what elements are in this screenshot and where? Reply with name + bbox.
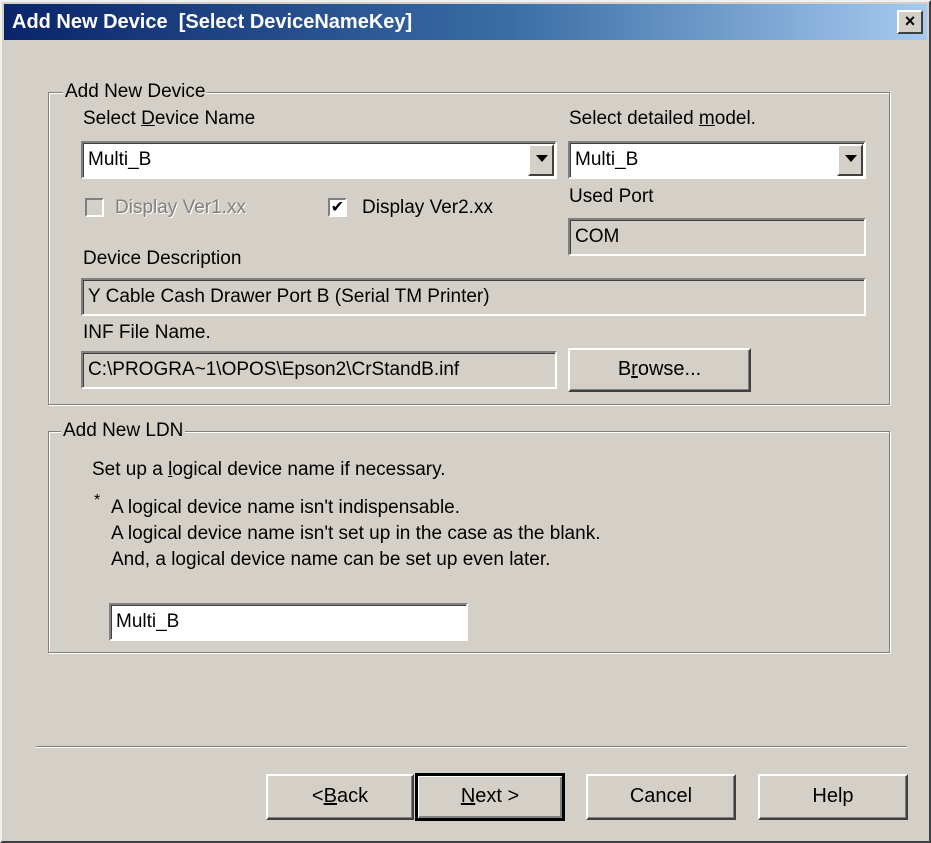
add-new-ldn-legend: Add New LDN: [61, 420, 186, 442]
title-bar[interactable]: Add New Device [Select DeviceNameKey] ×: [4, 4, 927, 40]
window-title: Add New Device [Select DeviceNameKey]: [12, 11, 413, 33]
detailed-model-dropdown-button[interactable]: [837, 144, 863, 176]
used-port-label: Used Port: [569, 186, 654, 207]
footer-separator: [36, 746, 907, 748]
cancel-button-label: Cancel: [629, 785, 693, 807]
next-button-label: Next >: [460, 785, 520, 807]
display-ver1-checkbox[interactable]: [85, 198, 104, 217]
device-description-field: Y Cable Cash Drawer Port B (Serial TM Pr…: [81, 278, 866, 316]
ldn-note-line-2: A logical device name isn't set up in th…: [111, 523, 601, 544]
add-new-device-legend: Add New Device: [63, 81, 208, 103]
detailed-model-label: Select detailed model.: [569, 108, 756, 129]
ldn-note-line-3: And, a logical device name can be set up…: [111, 549, 551, 570]
device-description-value: Y Cable Cash Drawer Port B (Serial TM Pr…: [88, 286, 490, 307]
help-button[interactable]: Help: [758, 774, 908, 820]
close-icon: ×: [904, 11, 916, 31]
device-name-select[interactable]: Multi_B: [81, 141, 557, 179]
chevron-down-icon: [536, 155, 548, 162]
ldn-note-line-1: A logical device name isn't indispensabl…: [111, 497, 461, 518]
device-name-value: Multi_B: [88, 149, 152, 170]
dialog-window: Add New Device [Select DeviceNameKey] × …: [0, 0, 931, 843]
display-ver2-label: Display Ver2.xx: [362, 197, 493, 218]
detailed-model-select[interactable]: Multi_B: [568, 141, 866, 179]
browse-button-label: Browse...: [617, 358, 702, 380]
inf-file-name-value: C:\PROGRA~1\OPOS\Epson2\CrStandB.inf: [88, 359, 460, 380]
inf-file-name-label: INF File Name.: [83, 322, 211, 343]
back-button[interactable]: < Back: [266, 774, 414, 820]
device-description-label: Device Description: [83, 248, 242, 269]
back-button-label: < Back: [311, 785, 369, 807]
device-name-label: Select Device Name: [83, 108, 256, 129]
note-asterisk: *: [94, 492, 101, 509]
display-ver1-label: Display Ver1.xx: [115, 197, 246, 218]
browse-button[interactable]: Browse...: [568, 348, 751, 392]
next-button[interactable]: Next >: [415, 773, 565, 821]
chevron-down-icon: [845, 155, 857, 162]
check-mark-icon: ✔: [330, 199, 345, 216]
help-button-label: Help: [812, 785, 854, 807]
ldn-input[interactable]: Multi_B: [109, 603, 468, 641]
ldn-setup-text: Set up a logical device name if necessar…: [92, 459, 446, 480]
inf-file-name-field: C:\PROGRA~1\OPOS\Epson2\CrStandB.inf: [81, 351, 557, 389]
used-port-field: COM: [568, 218, 866, 256]
device-name-dropdown-button[interactable]: [528, 144, 554, 176]
display-ver2-checkbox[interactable]: ✔: [328, 198, 347, 217]
close-button[interactable]: ×: [897, 10, 923, 34]
ldn-input-value: Multi_B: [116, 611, 180, 632]
used-port-value: COM: [575, 226, 620, 247]
detailed-model-value: Multi_B: [575, 149, 639, 170]
cancel-button[interactable]: Cancel: [586, 774, 736, 820]
